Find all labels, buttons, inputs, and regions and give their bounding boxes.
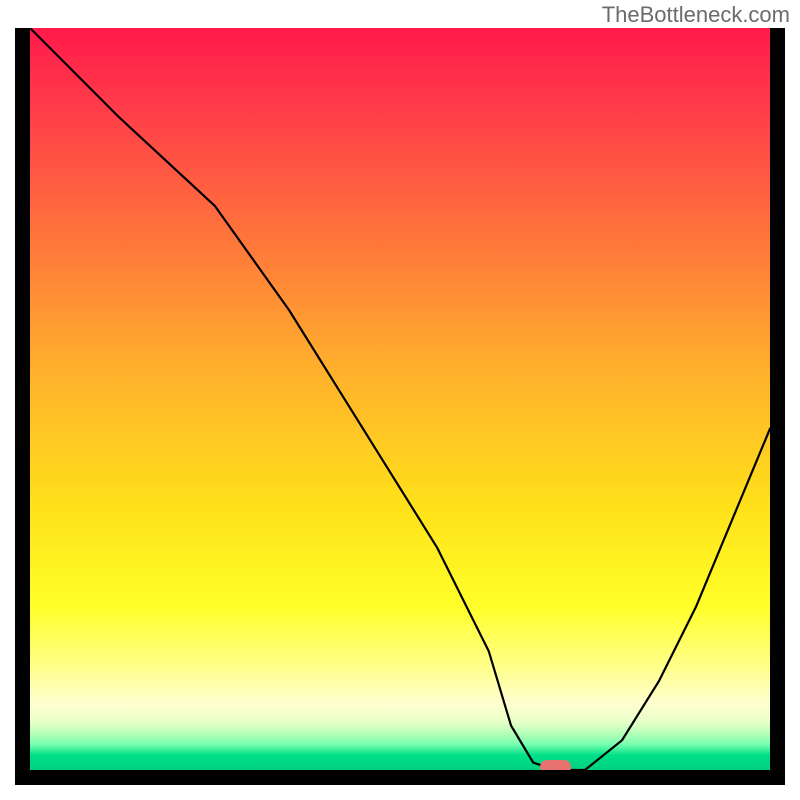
plot-frame bbox=[15, 28, 785, 785]
chart-container: TheBottleneck.com bbox=[0, 0, 800, 800]
plot-area bbox=[30, 28, 770, 770]
watermark-text: TheBottleneck.com bbox=[602, 2, 790, 28]
bottleneck-curve-path bbox=[30, 28, 770, 770]
curve-svg bbox=[30, 28, 770, 770]
optimal-marker bbox=[541, 761, 571, 771]
